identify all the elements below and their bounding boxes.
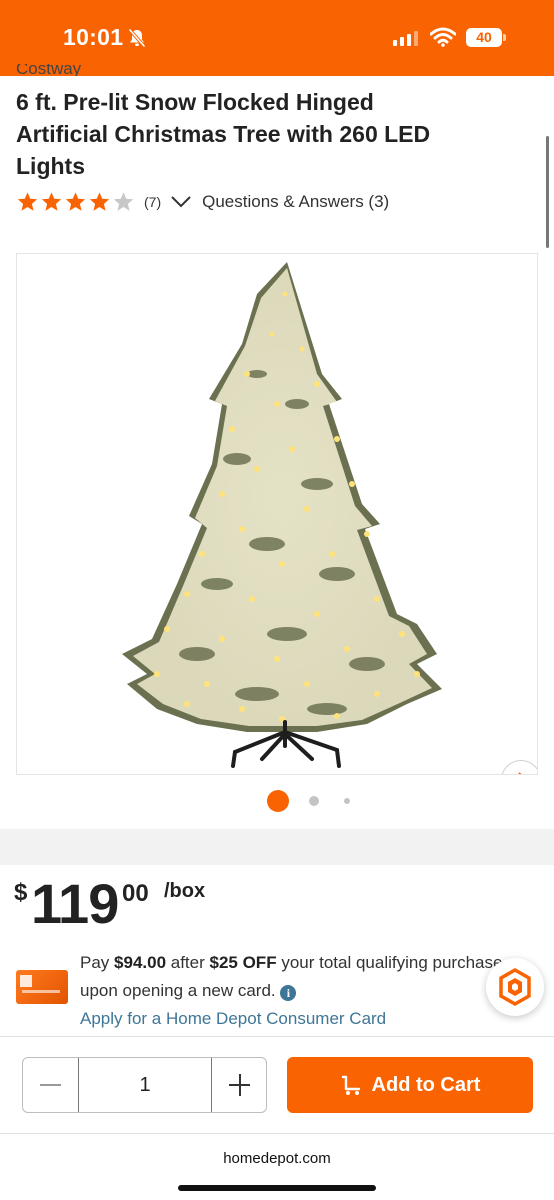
star-rating[interactable] <box>16 191 135 213</box>
battery-icon: 40 <box>466 28 506 47</box>
carousel-dot[interactable] <box>309 796 319 806</box>
rating-count[interactable]: (7) <box>144 194 161 210</box>
star-filled-icon <box>17 192 38 211</box>
questions-answers-link[interactable]: Questions & Answers (3) <box>202 192 389 212</box>
chevron-right-icon <box>518 772 522 774</box>
hexagon-chat-icon <box>499 967 531 1007</box>
apply-card-link[interactable]: Apply for a Home Depot Consumer Card <box>80 1005 540 1033</box>
quantity-input[interactable]: 1 <box>78 1058 212 1112</box>
wifi-icon <box>430 27 456 47</box>
price-cents: 00 <box>122 880 149 907</box>
status-bar: 10:01 40 <box>0 0 554 76</box>
price-unit: /box <box>164 880 206 902</box>
star-empty-icon <box>113 192 134 211</box>
cellular-signal-icon <box>393 30 418 46</box>
offer-line-2: upon opening a new card. i <box>80 977 540 1005</box>
chevron-down-icon[interactable] <box>170 195 192 209</box>
price-currency: $ <box>14 879 28 906</box>
price-dollars: 119 <box>31 872 119 935</box>
star-filled-icon <box>65 192 86 211</box>
carousel-dot[interactable] <box>267 790 289 812</box>
scrollbar[interactable] <box>546 136 549 248</box>
quantity-stepper: 1 <box>22 1057 267 1113</box>
star-filled-icon <box>41 192 62 211</box>
product-image-carousel[interactable] <box>16 253 538 775</box>
rating-row: (7) Questions & Answers (3) <box>16 189 389 215</box>
credit-card-image <box>16 970 68 1004</box>
add-to-cart-button[interactable]: Add to Cart <box>287 1057 533 1113</box>
cart-icon <box>341 1075 360 1095</box>
christmas-tree-image <box>122 262 442 768</box>
offer-amount: $94.00 <box>114 953 167 972</box>
brand-name[interactable]: Costway <box>16 64 81 76</box>
chat-assistant-button[interactable] <box>486 958 544 1016</box>
add-to-cart-bar: 1 Add to Cart <box>0 1036 554 1132</box>
card-offer: Pay $94.00 after $25 OFF your total qual… <box>80 949 540 1033</box>
carousel-pagination[interactable] <box>0 790 554 812</box>
home-depot-logo-icon <box>20 975 32 987</box>
increase-quantity-button[interactable] <box>212 1058 267 1112</box>
section-divider <box>0 829 554 865</box>
carousel-dot[interactable] <box>344 798 350 804</box>
decrease-quantity-button[interactable] <box>23 1058 78 1112</box>
offer-line-1: Pay $94.00 after $25 OFF your total qual… <box>80 953 503 972</box>
star-filled-icon <box>89 192 110 211</box>
info-icon[interactable]: i <box>280 985 297 1001</box>
browser-address-bar[interactable]: homedepot.com <box>0 1133 554 1200</box>
bell-muted-icon <box>128 28 146 48</box>
offer-discount: $25 OFF <box>209 953 277 972</box>
add-to-cart-label: Add to Cart <box>371 1073 481 1096</box>
status-time: 10:01 <box>63 24 124 50</box>
product-title: 6 ft. Pre-lit Snow Flocked Hinged Artifi… <box>16 89 431 179</box>
home-indicator[interactable] <box>178 1185 376 1191</box>
url-text[interactable]: homedepot.com <box>0 1150 554 1167</box>
next-image-button[interactable] <box>501 760 537 774</box>
